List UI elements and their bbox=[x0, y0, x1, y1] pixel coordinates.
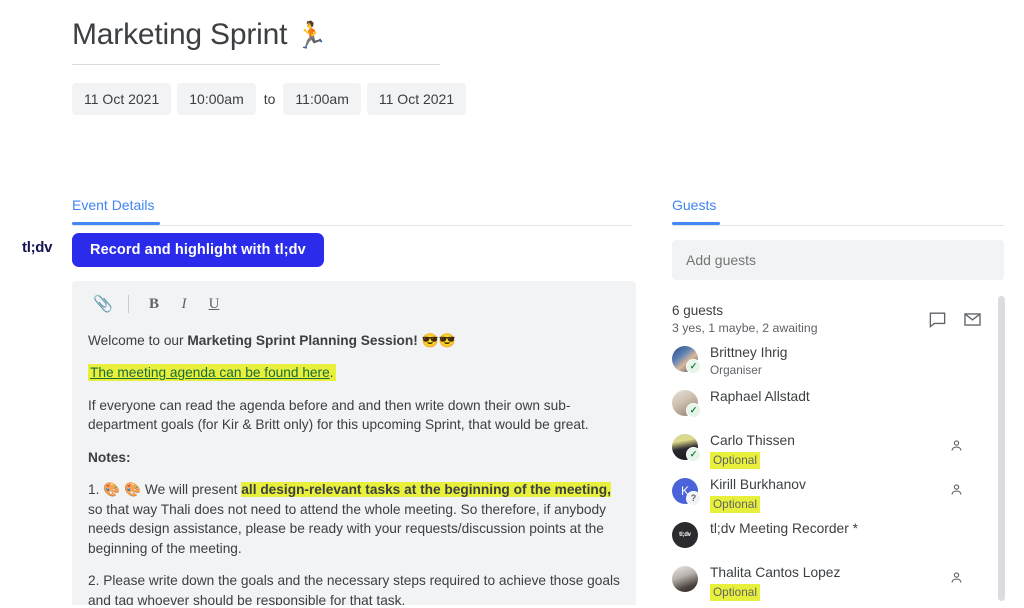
note-1-post: so that way Thali does not need to atten… bbox=[88, 501, 606, 556]
guest-row[interactable]: K? Kirill Burkhanov Optional bbox=[672, 476, 982, 520]
guests-scrollbar[interactable] bbox=[998, 296, 1005, 601]
underline-icon[interactable]: U bbox=[199, 292, 229, 316]
avatar-image: tl;dv bbox=[672, 522, 698, 548]
note-1-highlight: all design-relevant tasks at the beginni… bbox=[241, 482, 611, 498]
note-1-pre: We will present bbox=[141, 482, 242, 498]
guest-info: Thalita Cantos Lopez Optional bbox=[710, 564, 982, 602]
welcome-bold: Marketing Sprint Planning Session! bbox=[187, 333, 418, 348]
add-guests-input[interactable] bbox=[672, 240, 1004, 280]
attachment-icon[interactable]: 📎 bbox=[88, 292, 118, 316]
guest-name: tl;dv Meeting Recorder * bbox=[710, 521, 858, 536]
avatar: ✓ bbox=[672, 434, 701, 462]
welcome-paragraph: Welcome to our Marketing Sprint Planning… bbox=[88, 331, 622, 350]
title-divider bbox=[72, 64, 440, 65]
guest-name: Thalita Cantos Lopez bbox=[710, 565, 841, 580]
avatar: ✓ bbox=[672, 390, 701, 418]
event-title-text: Marketing Sprint bbox=[72, 18, 288, 51]
email-icon[interactable] bbox=[963, 310, 982, 329]
start-time-chip[interactable]: 10:00am bbox=[177, 83, 256, 115]
guest-info: Kirill Burkhanov Optional bbox=[710, 476, 982, 514]
avatar: tl;dv bbox=[672, 522, 698, 548]
agenda-period: . bbox=[329, 365, 334, 381]
rsvp-accepted-icon: ✓ bbox=[686, 403, 701, 418]
rsvp-maybe-icon: ? bbox=[686, 491, 701, 506]
description-text[interactable]: Welcome to our Marketing Sprint Planning… bbox=[72, 323, 636, 605]
runner-icon: 🏃 bbox=[295, 20, 328, 50]
guest-status-summary: 3 yes, 1 maybe, 2 awaiting bbox=[672, 321, 818, 336]
note-1-number: 1. bbox=[88, 482, 100, 498]
rsvp-accepted-icon: ✓ bbox=[686, 447, 701, 462]
guest-count-label: 6 guests bbox=[672, 303, 724, 318]
event-page: Marketing Sprint 🏃 11 Oct 2021 10:00am to… bbox=[0, 0, 1024, 605]
note-2: 2. Please write down the goals and the n… bbox=[88, 573, 620, 605]
guest-info: tl;dv Meeting Recorder * bbox=[710, 520, 982, 538]
guest-optional-label: Optional bbox=[710, 583, 760, 602]
toolbar-divider bbox=[128, 295, 129, 313]
read-agenda-paragraph: If everyone can read the agenda before a… bbox=[88, 397, 589, 433]
guest-optional-label: Optional bbox=[710, 451, 760, 470]
bold-icon[interactable]: B bbox=[139, 292, 169, 316]
page-title: Marketing Sprint 🏃 bbox=[72, 18, 328, 52]
agenda-paragraph: The meeting agenda can be found here. bbox=[88, 363, 622, 382]
guest-optional-label: Optional bbox=[710, 495, 760, 514]
agenda-highlight: The meeting agenda can be found here. bbox=[88, 364, 336, 382]
tab-bar-left: Event Details bbox=[72, 197, 632, 226]
guests-actions bbox=[928, 310, 982, 329]
guest-row[interactable]: Thalita Cantos Lopez Optional bbox=[672, 564, 982, 608]
guest-name: Raphael Allstadt bbox=[710, 389, 810, 404]
guest-role-label: Organiser bbox=[710, 362, 762, 377]
tab-bar-right: Guests bbox=[672, 197, 1004, 226]
guests-panel bbox=[672, 240, 1004, 280]
avatar: K? bbox=[672, 478, 701, 506]
tab-bar-left-rule bbox=[72, 225, 632, 226]
avatar: ✓ bbox=[672, 346, 701, 374]
guests-counts: 6 guests 3 yes, 1 maybe, 2 awaiting bbox=[672, 302, 818, 337]
guest-name: Carlo Thissen bbox=[710, 433, 795, 448]
italic-icon[interactable]: I bbox=[169, 292, 199, 316]
tab-guests[interactable]: Guests bbox=[672, 197, 716, 222]
start-date-chip[interactable]: 11 Oct 2021 bbox=[72, 83, 172, 115]
description-editor[interactable]: 📎 B I U Welcome to our Marketing Sprint … bbox=[72, 281, 636, 605]
guest-info: Raphael Allstadt bbox=[710, 388, 982, 406]
editor-toolbar: 📎 B I U bbox=[72, 281, 636, 323]
welcome-prefix: Welcome to our bbox=[88, 333, 188, 348]
end-date-chip[interactable]: 11 Oct 2021 bbox=[366, 83, 467, 115]
guest-name: Kirill Burkhanov bbox=[710, 477, 806, 492]
end-time-chip[interactable]: 11:00am bbox=[283, 83, 361, 115]
guest-row[interactable]: tl;dv tl;dv Meeting Recorder * bbox=[672, 520, 982, 564]
guest-row[interactable]: ✓ Carlo Thissen Optional bbox=[672, 432, 982, 476]
record-and-highlight-button[interactable]: Record and highlight with tl;dv bbox=[72, 233, 324, 267]
datetime-row: 11 Oct 2021 10:00am to 11:00am 11 Oct 20… bbox=[72, 83, 467, 115]
agenda-link[interactable]: The meeting agenda can be found here bbox=[90, 365, 330, 380]
person-icon[interactable] bbox=[949, 482, 964, 497]
palette-emoji: 🎨 🎨 bbox=[103, 482, 142, 498]
person-icon[interactable] bbox=[949, 570, 964, 585]
guests-summary: 6 guests 3 yes, 1 maybe, 2 awaiting bbox=[672, 302, 1004, 337]
tab-event-details[interactable]: Event Details bbox=[72, 197, 154, 222]
person-icon[interactable] bbox=[949, 438, 964, 453]
sunglasses-emoji: 😎😎 bbox=[421, 333, 456, 348]
guest-info: Brittney Ihrig Organiser bbox=[710, 344, 982, 379]
avatar bbox=[672, 566, 698, 592]
tab-bar-right-rule bbox=[672, 225, 1004, 226]
note-1: 1. 🎨 🎨 We will present all design-releva… bbox=[88, 480, 622, 558]
tldv-logo: tl;dv bbox=[22, 239, 53, 256]
time-separator-label: to bbox=[263, 91, 276, 107]
guest-info: Carlo Thissen Optional bbox=[710, 432, 982, 470]
notes-label: Notes: bbox=[88, 449, 131, 465]
chat-icon[interactable] bbox=[928, 310, 947, 329]
rsvp-accepted-icon: ✓ bbox=[686, 359, 701, 374]
guest-name: Brittney Ihrig bbox=[710, 345, 788, 360]
guest-list: ✓ Brittney Ihrig Organiser ✓ Raphael Allstad… bbox=[672, 344, 982, 608]
guest-row[interactable]: ✓ Brittney Ihrig Organiser bbox=[672, 344, 982, 388]
guest-row[interactable]: ✓ Raphael Allstadt bbox=[672, 388, 982, 432]
avatar-image bbox=[672, 566, 698, 592]
